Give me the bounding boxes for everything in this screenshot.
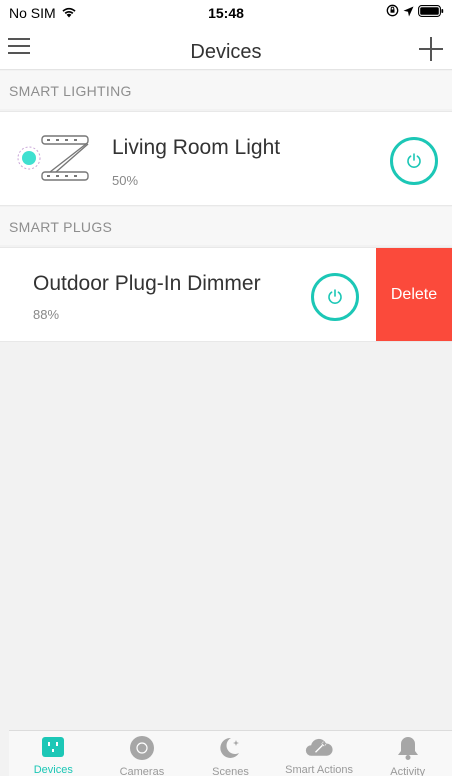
tab-label: Smart Actions xyxy=(285,764,353,776)
tab-bar: Devices Cameras Scenes Smart Actions Act… xyxy=(9,730,452,776)
tab-smart-actions[interactable]: Smart Actions xyxy=(275,731,364,776)
tab-label: Scenes xyxy=(212,766,249,776)
app-screen: No SIM 15:48 Devices SMART LIGHTING Livi… xyxy=(0,0,452,776)
delete-button[interactable]: Delete xyxy=(376,248,452,341)
device-level: 88% xyxy=(33,307,60,322)
tab-activity[interactable]: Activity xyxy=(363,731,452,776)
camera-icon xyxy=(128,735,156,761)
tab-scenes[interactable]: Scenes xyxy=(186,731,275,776)
page-title: Devices xyxy=(190,41,262,63)
moon-icon xyxy=(216,735,244,761)
location-icon xyxy=(403,4,414,22)
add-device-button[interactable] xyxy=(419,37,443,61)
cloud-wand-icon xyxy=(305,735,333,759)
light-strip-icon xyxy=(12,132,92,187)
tab-label: Devices xyxy=(33,764,73,776)
power-toggle-button[interactable] xyxy=(311,273,359,321)
device-row-living-room-light[interactable]: Living Room Light 50% xyxy=(0,111,452,206)
device-level: 50% xyxy=(112,173,139,188)
power-icon xyxy=(328,289,342,304)
tab-label: Cameras xyxy=(119,766,165,776)
section-header-smart-plugs: SMART PLUGS xyxy=(0,207,452,245)
status-bar: No SIM 15:48 xyxy=(0,0,452,26)
power-icon xyxy=(407,153,421,168)
battery-icon xyxy=(418,4,444,22)
power-toggle-button[interactable] xyxy=(390,137,438,185)
status-time: 15:48 xyxy=(208,5,244,21)
device-name: Living Room Light xyxy=(112,136,281,159)
device-name: Outdoor Plug-In Dimmer xyxy=(33,272,261,295)
tab-cameras[interactable]: Cameras xyxy=(98,731,187,776)
plug-icon xyxy=(39,735,67,759)
tab-label: Activity xyxy=(390,766,426,776)
tab-devices[interactable]: Devices xyxy=(9,731,98,776)
navigation-bar: Devices xyxy=(0,26,452,70)
device-row-outdoor-plug-in-dimmer[interactable]: Outdoor Plug-In Dimmer 88% Delete xyxy=(0,247,452,342)
section-header-smart-lighting: SMART LIGHTING xyxy=(0,71,452,109)
bell-icon xyxy=(394,735,422,761)
status-right xyxy=(386,4,444,22)
orientation-lock-icon xyxy=(386,4,399,22)
